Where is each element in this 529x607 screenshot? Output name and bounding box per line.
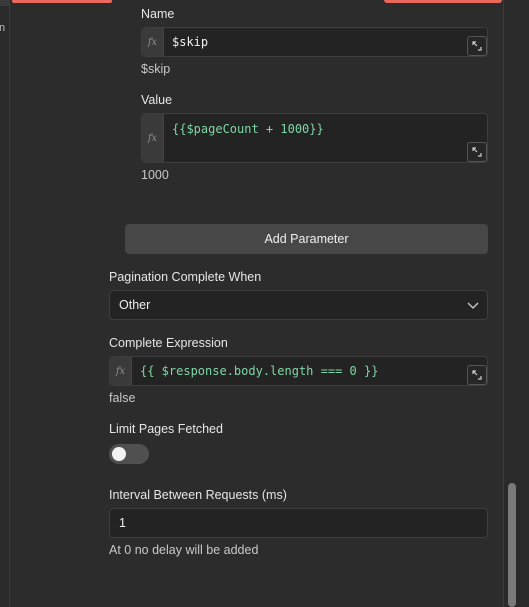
fx-icon: fx — [142, 28, 164, 56]
left-rail: n — [0, 0, 10, 607]
limit-pages-toggle[interactable] — [109, 444, 149, 464]
complete-expression-input[interactable]: {{ $response.body.length === 0 }} — [140, 364, 378, 378]
limit-pages-label: Limit Pages Fetched — [109, 422, 223, 436]
param-value-field[interactable]: fx {{$pageCount + 1000}} — [141, 113, 488, 163]
expand-icon[interactable] — [467, 142, 487, 162]
pagination-complete-when-label: Pagination Complete When — [109, 270, 262, 284]
param-value-label: Value — [141, 93, 173, 107]
scrollbar-track[interactable] — [503, 0, 529, 607]
complete-expression-preview: false — [109, 391, 136, 405]
fx-icon: fx — [110, 357, 132, 385]
fx-icon: fx — [142, 114, 164, 162]
interval-input[interactable]: 1 — [109, 508, 488, 538]
interval-value[interactable]: 1 — [119, 516, 126, 530]
interval-label: Interval Between Requests (ms) — [109, 488, 287, 502]
complete-expression-field[interactable]: fx {{ $response.body.length === 0 }} — [109, 356, 488, 386]
header-accent-bar — [384, 0, 502, 3]
param-name-field[interactable]: fx $skip — [141, 27, 488, 57]
param-value-preview: 1000 — [141, 168, 169, 182]
param-name-input[interactable]: $skip — [172, 35, 208, 49]
pagination-complete-when-value: Other — [119, 298, 151, 312]
expand-icon[interactable] — [467, 365, 487, 385]
pagination-complete-when-select[interactable]: Other — [109, 290, 488, 320]
interval-hint: At 0 no delay will be added — [109, 543, 259, 557]
active-tab-indicator — [12, 0, 112, 3]
left-rail-text: n — [0, 22, 6, 34]
expand-icon[interactable] — [467, 36, 487, 56]
param-name-label: Name — [141, 7, 175, 21]
add-parameter-button[interactable]: Add Parameter — [125, 224, 488, 254]
complete-expression-label: Complete Expression — [109, 336, 228, 350]
param-value-expression[interactable]: {{$pageCount + 1000}} — [172, 122, 324, 136]
scrollbar-thumb[interactable] — [508, 483, 516, 607]
chevron-down-icon — [467, 302, 479, 309]
toggle-knob — [112, 447, 126, 461]
param-name-preview: $skip — [141, 62, 171, 76]
left-tab-fragment — [0, 0, 10, 6]
